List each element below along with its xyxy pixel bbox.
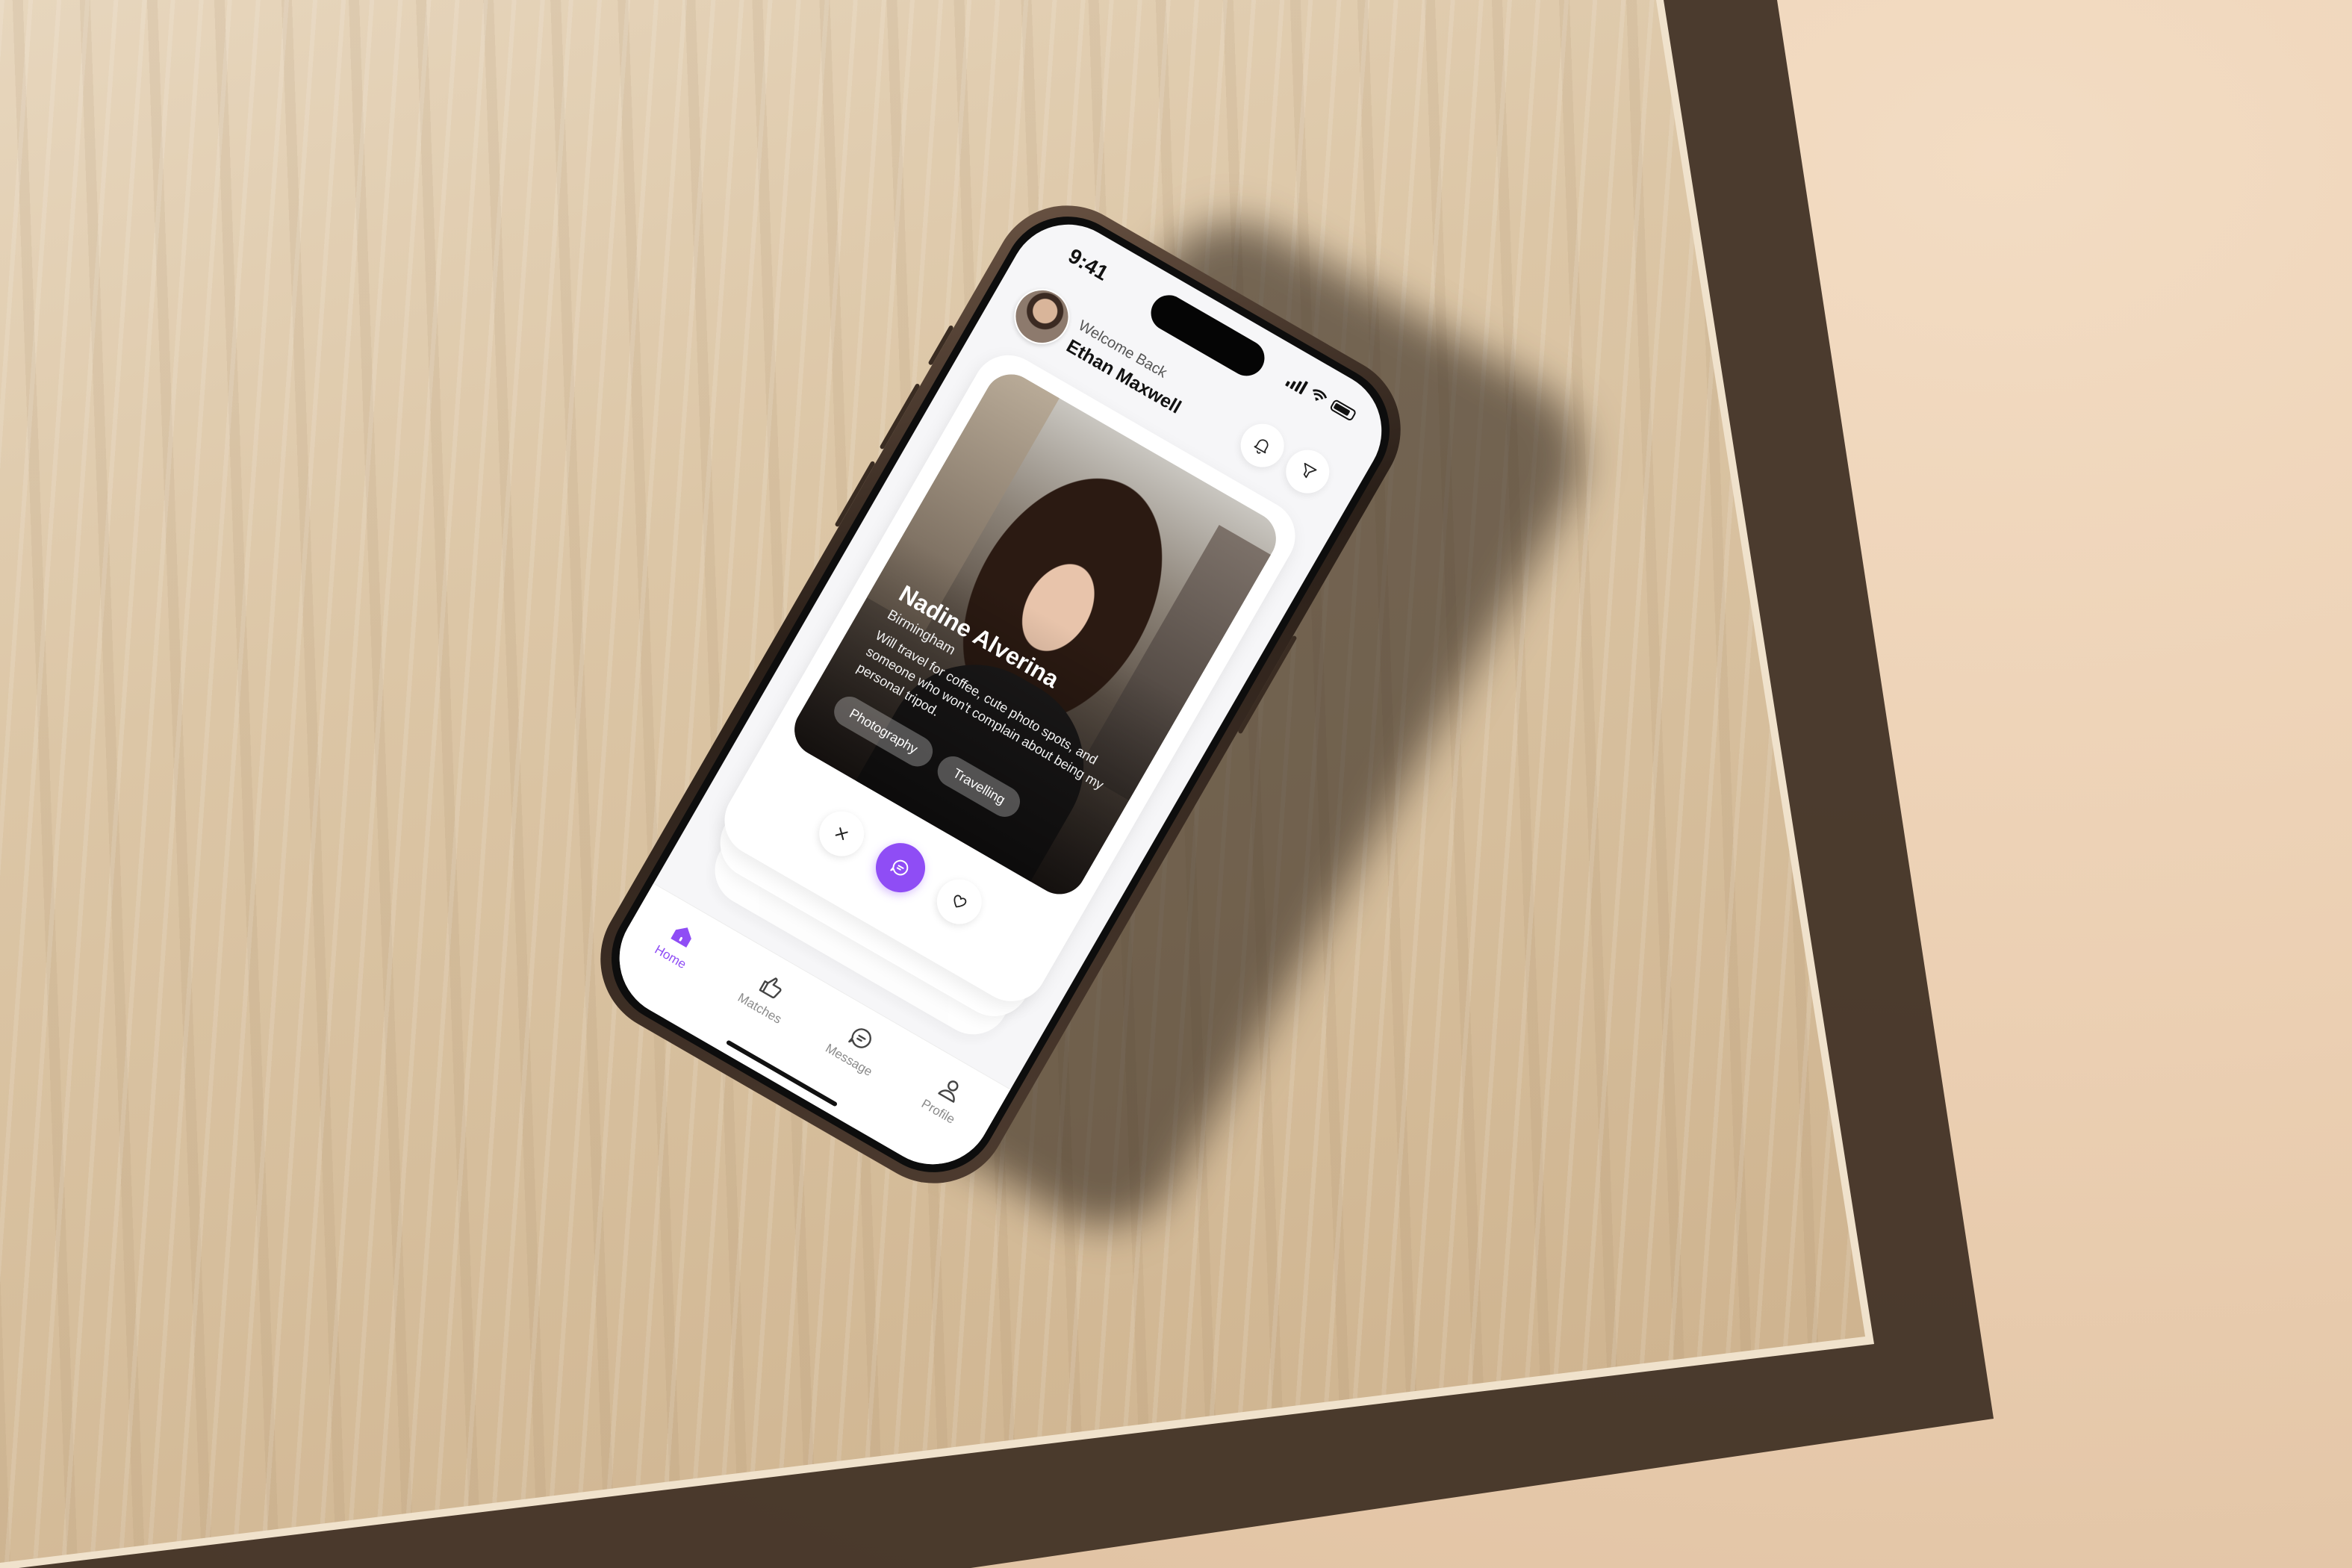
status-time: 9:41 — [1064, 243, 1113, 285]
message-button[interactable] — [866, 834, 935, 902]
like-button[interactable] — [928, 871, 990, 933]
filter-icon — [1303, 462, 1317, 479]
nav-item-home[interactable]: Home — [631, 903, 725, 984]
bell-icon — [1254, 439, 1269, 454]
signal-icon — [1285, 373, 1309, 395]
dismiss-button[interactable] — [811, 803, 873, 865]
chat-icon — [890, 859, 909, 876]
nav-item-message[interactable]: Message — [809, 1006, 903, 1087]
photo-scene: 9:41 Welcome Back Ethan Maxwell Nadine A… — [0, 0, 2352, 1568]
close-icon — [835, 827, 848, 841]
battery-icon — [1329, 398, 1357, 422]
nav-item-profile[interactable]: Profile — [899, 1057, 993, 1139]
heart-icon — [953, 895, 967, 908]
filter-button[interactable] — [1278, 442, 1337, 502]
nav-item-matches[interactable]: Matches — [721, 954, 815, 1036]
status-icons — [1285, 373, 1357, 423]
wifi-icon — [1313, 389, 1328, 401]
notifications-button[interactable] — [1233, 416, 1292, 476]
